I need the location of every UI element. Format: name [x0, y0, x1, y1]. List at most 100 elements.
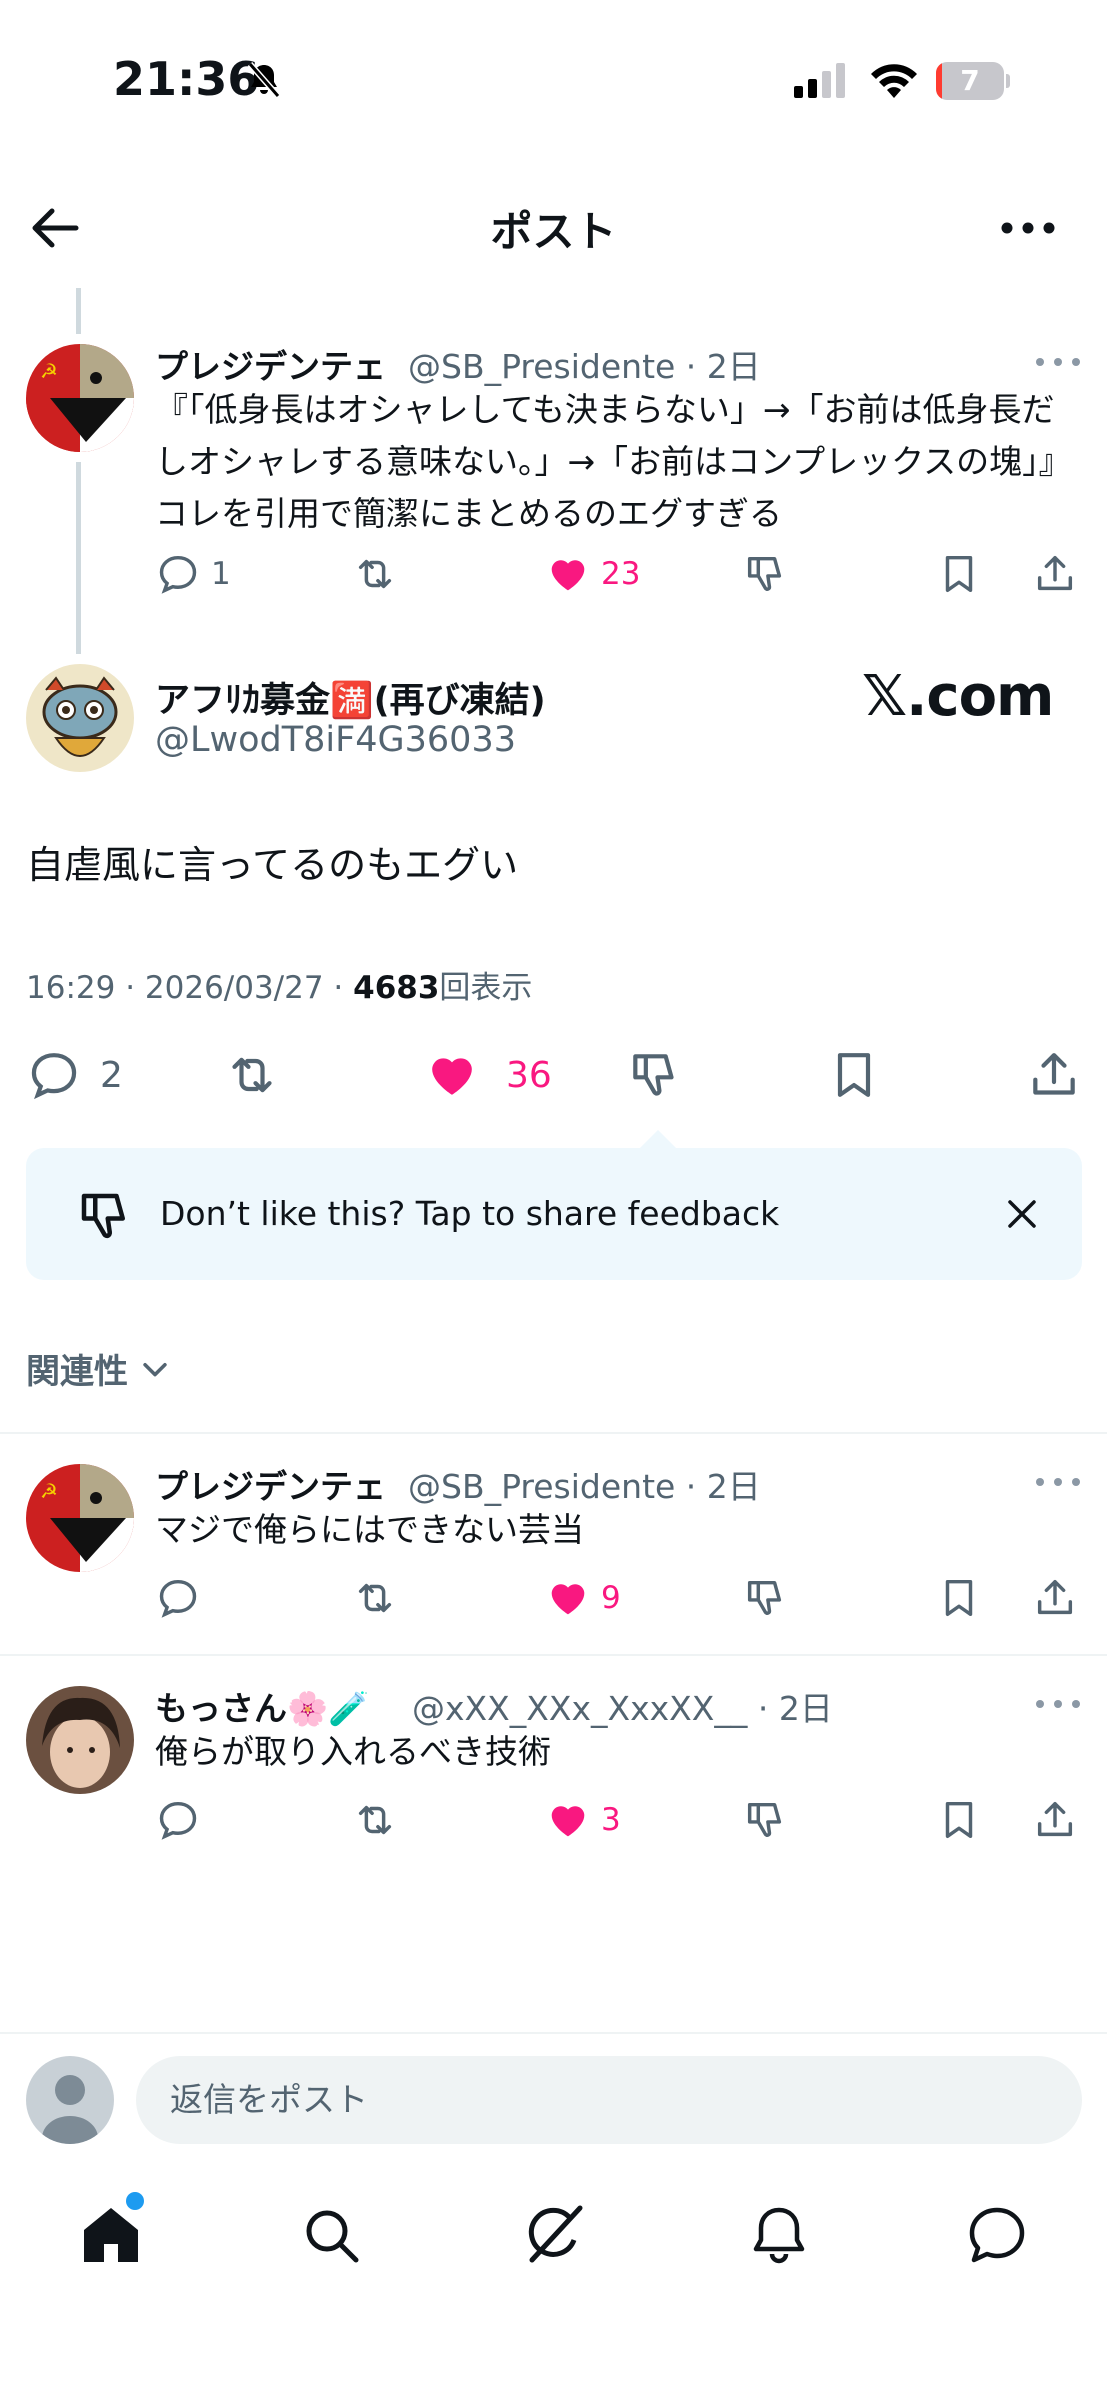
thumbs-down-icon [747, 556, 782, 591]
tweet-more-icon[interactable] [1034, 1474, 1082, 1490]
more-options-icon[interactable] [998, 210, 1058, 246]
my-avatar [26, 2056, 114, 2144]
thread-line-top [76, 288, 81, 334]
repost-button[interactable] [224, 1040, 280, 1110]
dislike-button[interactable] [742, 1794, 788, 1846]
repost-button[interactable] [352, 548, 398, 600]
author-name[interactable]: プレジデンテェ [155, 340, 386, 388]
thread-line [76, 462, 81, 654]
tweet-text: 自虐風に言ってるのもエグい [26, 843, 519, 887]
like-button[interactable]: 9 [545, 1572, 621, 1624]
bookmark-icon [945, 1801, 973, 1839]
tweet-text: 俺らが取り入れるべき技術 [155, 1732, 551, 1771]
thumbs-down-icon [747, 1802, 782, 1837]
view-count-suffix: 回表示 [439, 970, 533, 1006]
share-button[interactable] [1032, 548, 1078, 600]
svg-text:☭: ☭ [40, 1479, 58, 1503]
status-time: 21:36 [113, 52, 260, 106]
divider [0, 1432, 1107, 1434]
author-handle: @SB_Presidente · 2日 [408, 1467, 761, 1506]
thumbs-down-icon [81, 1193, 125, 1239]
like-count: 3 [601, 1802, 621, 1838]
notification-dot [126, 2192, 144, 2210]
sort-selector[interactable]: 関連性 [26, 1344, 172, 1393]
reply-icon [159, 1579, 197, 1618]
heart-icon [551, 560, 585, 591]
sort-label: 関連性 [26, 1352, 128, 1392]
share-icon [1037, 1579, 1073, 1615]
bookmark-icon [837, 1053, 871, 1097]
like-button[interactable]: 23 [545, 548, 640, 600]
repost-icon [358, 1583, 392, 1613]
bookmark-button[interactable] [936, 548, 982, 600]
bookmark-button[interactable] [936, 1794, 982, 1846]
reply-count: 2 [100, 1054, 123, 1096]
avatar[interactable]: ☭ [26, 344, 134, 452]
share-button[interactable] [1032, 1572, 1078, 1624]
tweet-meta: 16:29 · 2026/03/27 · 4683回表示 [26, 962, 532, 1007]
home-icon[interactable] [76, 2200, 146, 2270]
like-count: 36 [506, 1054, 552, 1096]
battery-level: 7 [960, 64, 980, 97]
bell-slash-icon [247, 62, 281, 98]
share-icon [1037, 555, 1073, 591]
reply-button[interactable]: 2 [26, 1040, 123, 1110]
dislike-button[interactable] [626, 1040, 682, 1110]
tweet-more-icon[interactable] [1034, 354, 1082, 370]
tweet-timestamp: 16:29 · 2026/03/27 · [26, 970, 354, 1006]
svg-text:☭: ☭ [40, 359, 58, 383]
bell-icon[interactable] [744, 2200, 814, 2270]
avatar[interactable] [26, 664, 134, 772]
thumbs-down-icon [633, 1054, 674, 1096]
battery-indicator: 7 [936, 62, 1010, 100]
heart-icon [432, 1058, 472, 1095]
reply-button[interactable] [155, 1572, 201, 1624]
feedback-banner[interactable]: Don’t like this? Tap to share feedback [26, 1148, 1082, 1280]
reply-button[interactable] [155, 1794, 201, 1846]
bookmark-button[interactable] [826, 1040, 882, 1110]
repost-icon [232, 1057, 272, 1093]
wifi-icon [871, 64, 917, 98]
messages-icon[interactable] [962, 2200, 1032, 2270]
reply-icon [31, 1053, 77, 1100]
repost-button[interactable] [352, 1794, 398, 1846]
share-icon [1033, 1053, 1075, 1095]
reply-input[interactable]: 返信をポスト [136, 2056, 1082, 2144]
heart-icon [551, 1806, 585, 1837]
search-icon[interactable] [296, 2200, 366, 2270]
dislike-button[interactable] [742, 548, 788, 600]
like-count: 23 [601, 556, 641, 592]
share-button[interactable] [1026, 1040, 1082, 1110]
repost-button[interactable] [352, 1572, 398, 1624]
dislike-button[interactable] [742, 1572, 788, 1624]
author-name[interactable]: もっさん🌸🧪 [155, 1682, 369, 1730]
bookmark-button[interactable] [936, 1572, 982, 1624]
chevron-down-icon [143, 1362, 167, 1376]
heart-icon [551, 1584, 585, 1615]
share-button[interactable] [1032, 1794, 1078, 1846]
thumbs-down-icon [747, 1580, 782, 1615]
signal-icon [794, 63, 845, 98]
page-title: ポスト [490, 207, 617, 256]
share-icon [1037, 1801, 1073, 1837]
avatar[interactable]: ☭ [26, 1464, 134, 1572]
reply-count: 1 [211, 556, 231, 592]
feedback-caret [640, 1130, 676, 1148]
close-icon[interactable] [998, 1190, 1046, 1238]
author-name[interactable]: アフﾘｶ募金🈵(再び凍結) [155, 672, 546, 723]
bookmark-icon [945, 555, 973, 593]
reply-button[interactable]: 1 [155, 548, 231, 600]
like-button[interactable]: 36 [424, 1040, 552, 1110]
tweet-more-icon[interactable] [1034, 1696, 1082, 1712]
tweet-text: 『「低身長はオシャレしても決まらない」→「お前は低身長だしオシャレする意味ない。… [155, 390, 1056, 533]
grok-icon[interactable] [518, 2200, 588, 2270]
x-com-watermark: 𝕏.com [862, 664, 1054, 729]
divider [0, 1654, 1107, 1656]
avatar[interactable] [26, 1686, 134, 1794]
tweet-text: マジで俺らにはできない芸当 [155, 1510, 584, 1549]
divider [0, 2032, 1107, 2034]
author-handle: @xXX_XXx_XxxXX__ · 2日 [412, 1689, 833, 1728]
author-name[interactable]: プレジデンテェ [155, 1460, 386, 1508]
reply-icon [159, 1801, 197, 1840]
like-button[interactable]: 3 [545, 1794, 621, 1846]
